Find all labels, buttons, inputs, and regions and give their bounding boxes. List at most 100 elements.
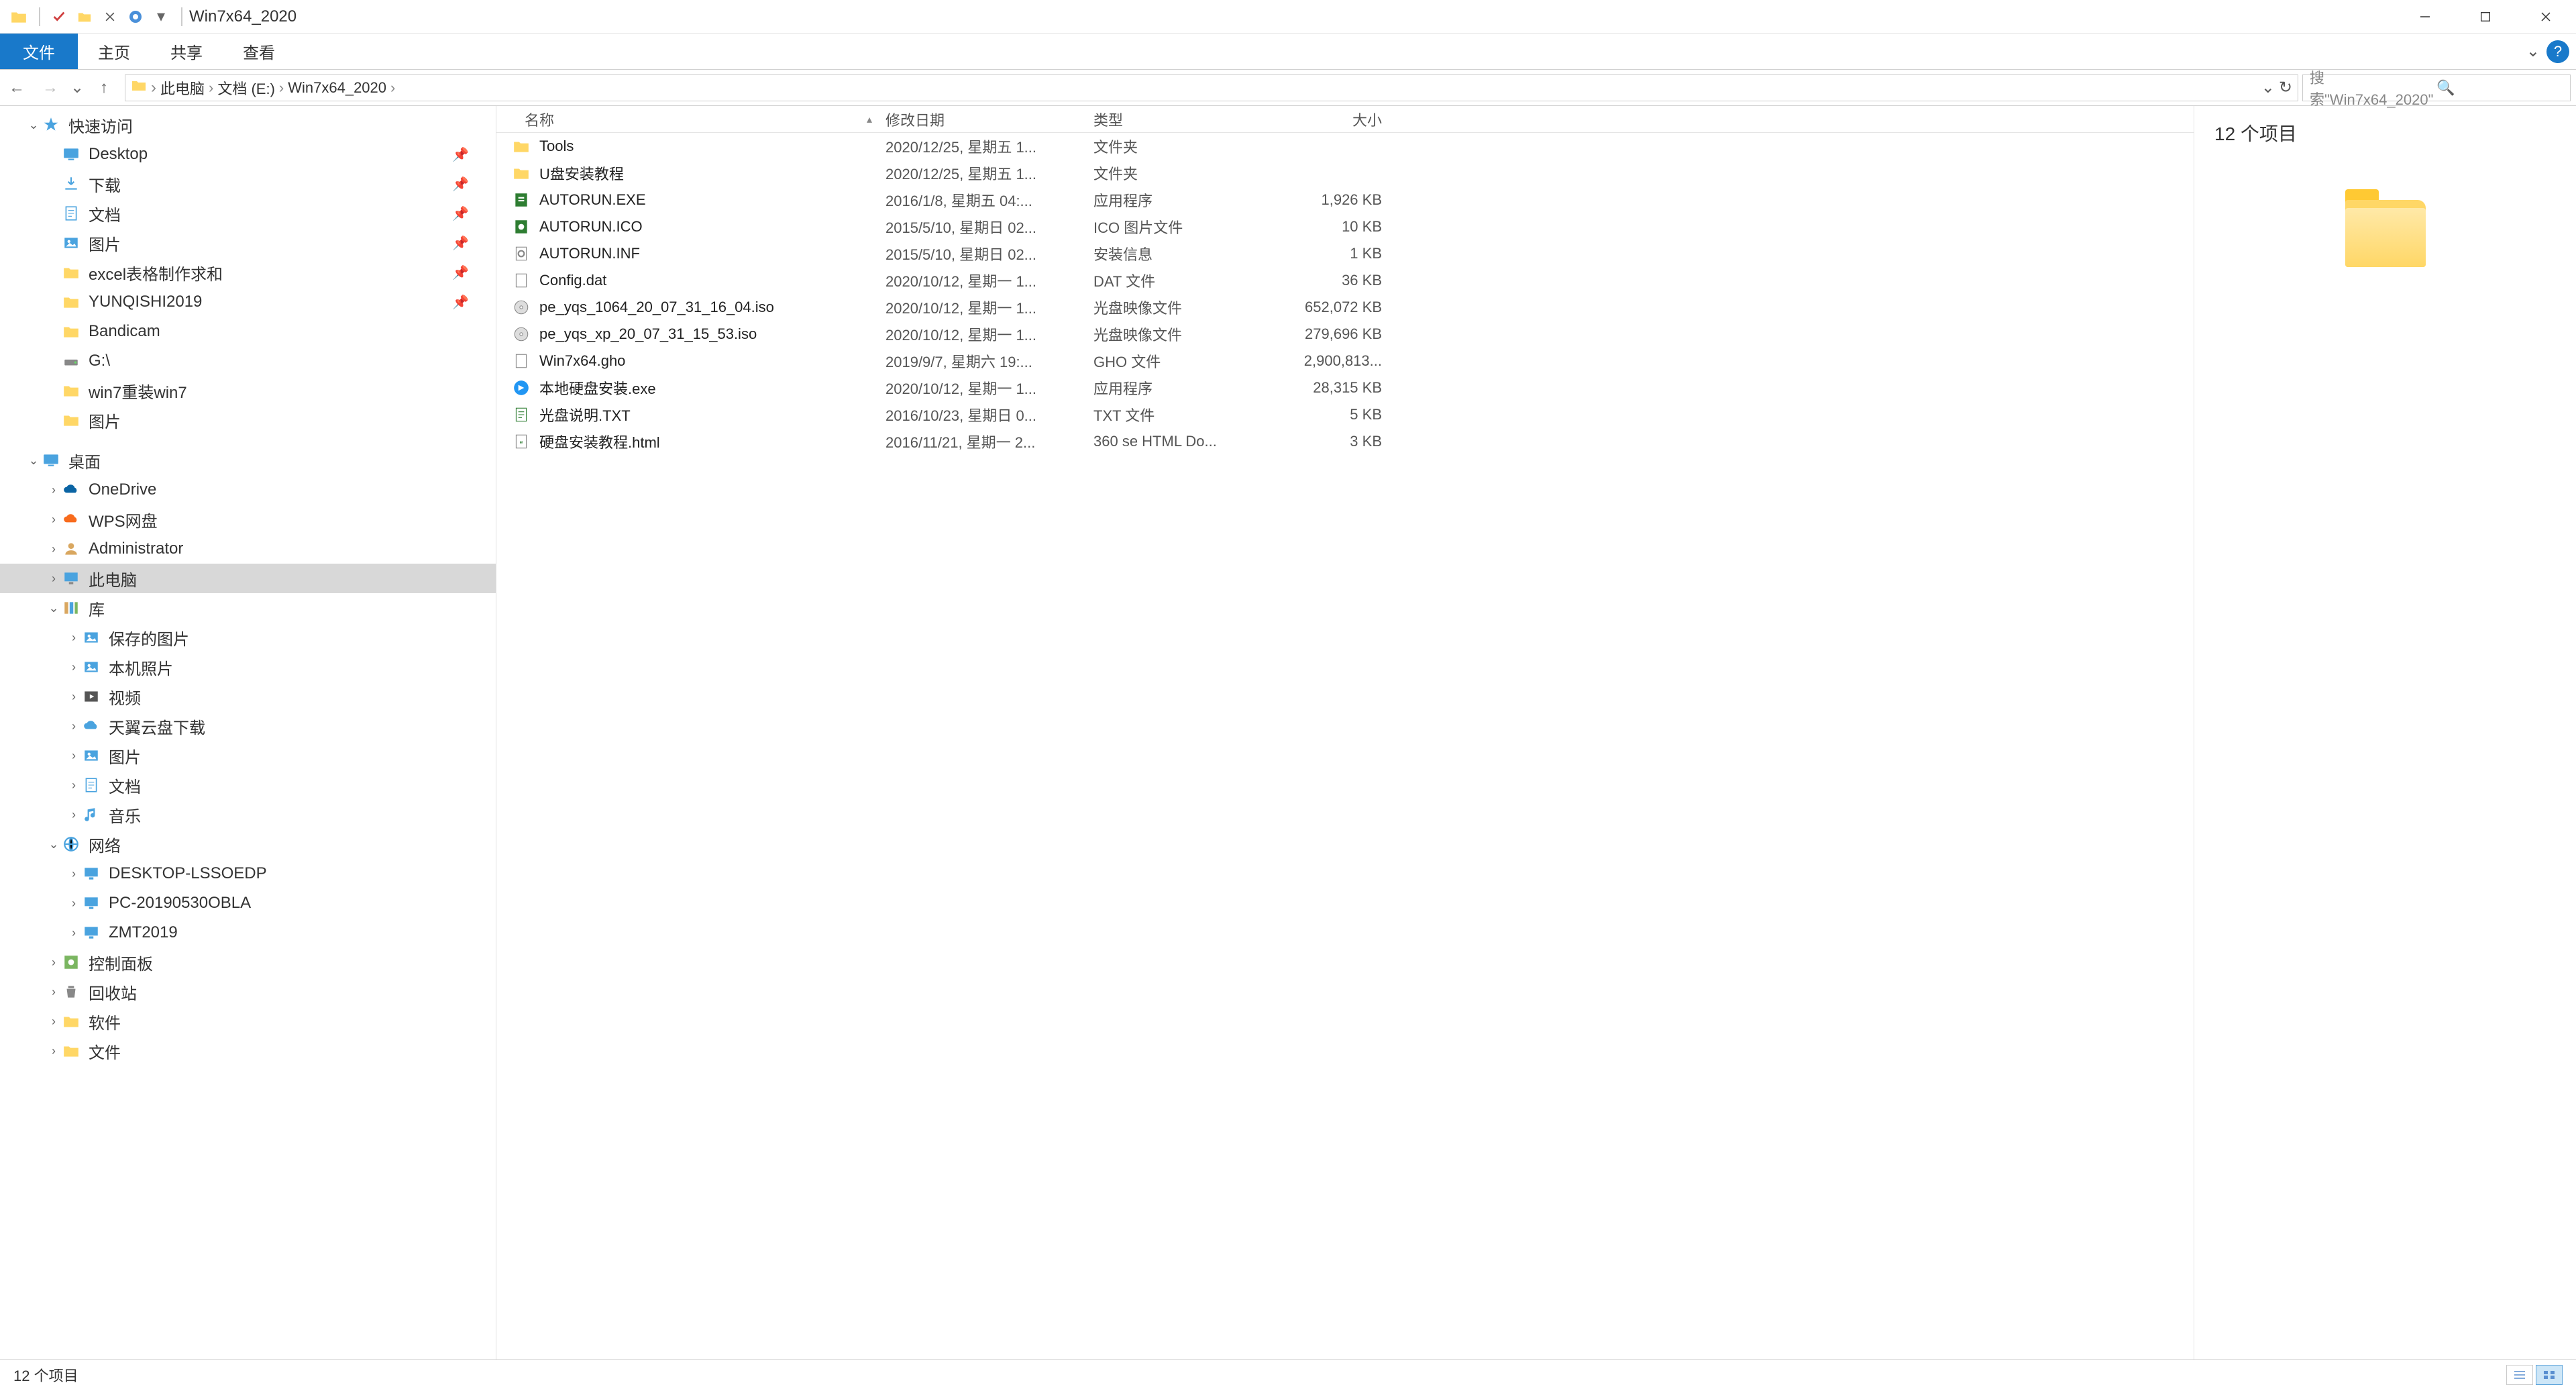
tab-home[interactable]: 主页 [78,34,150,69]
chevron-right-icon[interactable]: › [151,79,156,97]
chevron-icon[interactable]: › [67,778,80,792]
folder-small-icon[interactable] [72,5,97,29]
tree-item[interactable]: win7重装win7 [0,376,496,405]
forward-button[interactable]: → [34,70,67,106]
tree-item[interactable]: ›控制面板 [0,947,496,977]
tree-item[interactable]: ›Administrator [0,534,496,564]
tree-item[interactable]: YUNQISHI2019📌 [0,287,496,317]
history-dropdown-icon[interactable]: ⌄ [2261,78,2275,97]
chevron-icon[interactable]: › [47,572,60,586]
file-row[interactable]: Win7x64.gho2019/9/7, 星期六 19:...GHO 文件2,9… [496,348,2194,374]
close-button[interactable] [2516,0,2576,34]
tree-item[interactable]: 文档📌 [0,199,496,228]
tree-item[interactable]: Desktop📌 [0,140,496,169]
checkmark-icon[interactable] [47,5,71,29]
chevron-icon[interactable]: › [47,956,60,970]
chevron-icon[interactable]: › [67,631,80,645]
chevron-icon[interactable]: › [47,542,60,556]
chevron-icon[interactable]: › [47,985,60,999]
tree-item[interactable]: excel表格制作求和📌 [0,258,496,287]
tree-item[interactable]: ⌄库 [0,593,496,623]
tree-item[interactable]: G:\ [0,346,496,376]
view-details-button[interactable] [2506,1365,2533,1385]
tree-item[interactable]: ›此电脑 [0,564,496,593]
minimize-button[interactable] [2395,0,2455,34]
tree-item[interactable]: ›图片 [0,741,496,770]
chevron-icon[interactable]: ⌄ [27,118,40,132]
dropdown-icon[interactable]: ▾ [149,5,173,29]
recent-dropdown[interactable]: ⌄ [67,70,87,106]
tree-item[interactable]: ›ZMT2019 [0,918,496,947]
file-row[interactable]: AUTORUN.INF2015/5/10, 星期日 02...安装信息1 KB [496,240,2194,267]
chevron-icon[interactable]: ⌄ [47,601,60,615]
tree-item[interactable]: ›PC-20190530OBLA [0,888,496,918]
breadcrumb-item[interactable]: Win7x64_2020› [288,79,395,97]
tree-item[interactable]: ›回收站 [0,977,496,1007]
tree-item[interactable]: ›文件 [0,1036,496,1066]
tree-item[interactable]: ›保存的图片 [0,623,496,652]
tree-item[interactable]: 图片📌 [0,228,496,258]
back-button[interactable]: ← [0,70,34,106]
tree-item[interactable]: ›OneDrive [0,475,496,505]
breadcrumb-item[interactable]: 此电脑› [160,77,213,99]
chevron-icon[interactable]: › [67,719,80,733]
breadcrumb-item[interactable]: 文档 (E:)› [217,77,284,99]
column-type[interactable]: 类型 [1093,109,1275,130]
tab-file[interactable]: 文件 [0,34,78,69]
chevron-icon[interactable]: › [67,660,80,674]
chevron-icon[interactable]: › [67,690,80,704]
tree-item[interactable]: ›天翼云盘下载 [0,711,496,741]
close-x-icon[interactable] [98,5,122,29]
tree-item[interactable]: 下载📌 [0,169,496,199]
tab-share[interactable]: 共享 [150,34,223,69]
search-input[interactable]: 搜索"Win7x64_2020" 🔍 [2302,74,2571,101]
chevron-icon[interactable]: ⌄ [27,454,40,468]
chevron-icon[interactable]: › [47,483,60,497]
chevron-icon[interactable]: › [47,513,60,527]
chevron-icon[interactable]: ⌄ [47,837,60,852]
column-date[interactable]: 修改日期 [885,109,1093,130]
file-row[interactable]: AUTORUN.EXE2016/1/8, 星期五 04:...应用程序1,926… [496,187,2194,213]
chevron-icon[interactable]: › [47,1015,60,1029]
tree-item[interactable]: ⌄网络 [0,829,496,859]
tree-item[interactable]: ›音乐 [0,800,496,829]
up-button[interactable]: ↑ [87,70,121,106]
svg-text:e: e [520,438,523,445]
tree-item[interactable]: ›视频 [0,682,496,711]
maximize-button[interactable] [2455,0,2516,34]
expand-ribbon-icon[interactable]: ⌄ [2526,42,2540,61]
help-icon[interactable]: ? [2546,40,2569,63]
chevron-icon[interactable]: › [47,1044,60,1058]
file-row[interactable]: Config.dat2020/10/12, 星期一 1...DAT 文件36 K… [496,267,2194,294]
navigation-tree[interactable]: ⌄快速访问Desktop📌下载📌文档📌图片📌excel表格制作求和📌YUNQIS… [0,106,496,1359]
tree-item[interactable]: ›软件 [0,1007,496,1036]
tree-item[interactable]: Bandicam [0,317,496,346]
file-row[interactable]: AUTORUN.ICO2015/5/10, 星期日 02...ICO 图片文件1… [496,213,2194,240]
file-row[interactable]: U盘安装教程2020/12/25, 星期五 1...文件夹 [496,160,2194,187]
tab-view[interactable]: 查看 [223,34,295,69]
column-name[interactable]: 名称▴ [496,109,885,130]
chevron-icon[interactable]: › [67,867,80,881]
file-row[interactable]: pe_yqs_1064_20_07_31_16_04.iso2020/10/12… [496,294,2194,321]
file-row[interactable]: e硬盘安装教程.html2016/11/21, 星期一 2...360 se H… [496,428,2194,455]
chevron-icon[interactable]: › [67,749,80,763]
chevron-icon[interactable]: › [67,896,80,911]
tree-item[interactable]: ›DESKTOP-LSSOEDP [0,859,496,888]
file-row[interactable]: pe_yqs_xp_20_07_31_15_53.iso2020/10/12, … [496,321,2194,348]
column-size[interactable]: 大小 [1275,109,1395,130]
refresh-icon[interactable]: ↻ [2279,78,2292,97]
tree-item[interactable]: ⌄快速访问 [0,110,496,140]
tree-item[interactable]: 图片 [0,405,496,435]
view-icons-button[interactable] [2536,1365,2563,1385]
addressbar[interactable]: › 此电脑› 文档 (E:)› Win7x64_2020› ⌄ ↻ [125,74,2298,101]
tree-item[interactable]: ›本机照片 [0,652,496,682]
tree-item[interactable]: ›WPS网盘 [0,505,496,534]
chevron-icon[interactable]: › [67,926,80,940]
chevron-icon[interactable]: › [67,808,80,822]
search-icon[interactable]: 🔍 [2436,79,2563,97]
tree-item[interactable]: ⌄桌面 [0,446,496,475]
tree-item[interactable]: ›文档 [0,770,496,800]
file-row[interactable]: 本地硬盘安装.exe2020/10/12, 星期一 1...应用程序28,315… [496,374,2194,401]
file-row[interactable]: 光盘说明.TXT2016/10/23, 星期日 0...TXT 文件5 KB [496,401,2194,428]
file-row[interactable]: Tools2020/12/25, 星期五 1...文件夹 [496,133,2194,160]
